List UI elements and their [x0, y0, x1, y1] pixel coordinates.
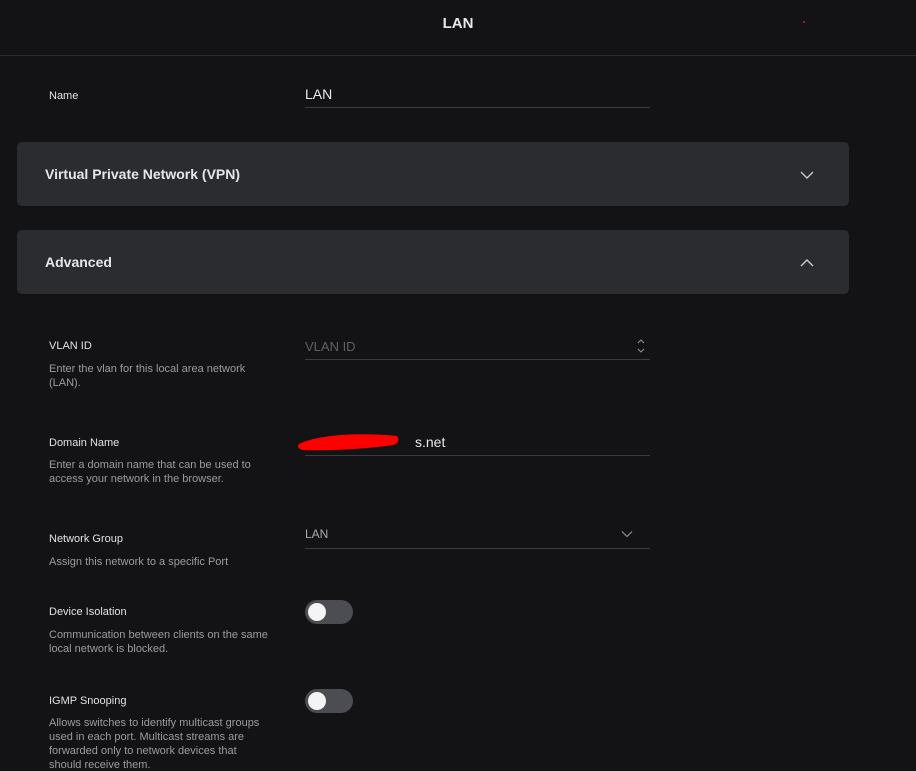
igmp-snooping-toggle[interactable]	[305, 689, 353, 713]
vlan-id-label: VLAN ID	[49, 340, 92, 352]
network-group-select[interactable]: LAN	[305, 521, 650, 549]
lan-settings-page: LAN Name Virtual Private Network (VPN) A…	[0, 0, 916, 771]
device-isolation-help: Communication between clients on the sam…	[49, 629, 268, 655]
domain-name-label: Domain Name	[49, 437, 120, 449]
device-isolation-label: Device Isolation	[49, 606, 127, 618]
chevron-up-icon	[800, 255, 814, 273]
toggle-knob	[308, 603, 326, 621]
igmp-snooping-help: Allows switches to identify multicast gr…	[49, 717, 260, 771]
domain-name-help: Enter a domain name that can be used to …	[49, 459, 251, 485]
igmp-snooping-label: IGMP Snooping	[49, 695, 127, 707]
notification-dot	[803, 21, 805, 23]
name-field-container	[305, 83, 650, 108]
domain-name-input[interactable]	[415, 431, 635, 453]
chevron-down-icon	[800, 167, 814, 185]
device-isolation-toggle[interactable]	[305, 600, 353, 624]
advanced-panel-header[interactable]: Advanced	[17, 230, 849, 294]
name-label: Name	[49, 90, 79, 102]
network-group-label: Network Group	[49, 533, 123, 545]
page-header: LAN	[0, 0, 916, 56]
vlan-id-input[interactable]	[305, 335, 625, 357]
redaction-mark	[298, 434, 399, 451]
network-group-selected: LAN	[305, 527, 329, 541]
page-title: LAN	[442, 15, 474, 32]
vlan-id-field-container	[305, 335, 650, 360]
vpn-panel-title: Virtual Private Network (VPN)	[45, 166, 241, 182]
advanced-panel-title: Advanced	[45, 254, 112, 270]
toggle-knob	[308, 692, 326, 710]
number-stepper-icon[interactable]	[636, 337, 646, 355]
name-input[interactable]	[305, 83, 625, 105]
network-group-help: Assign this network to a specific Port	[49, 556, 229, 568]
vpn-panel-header[interactable]: Virtual Private Network (VPN)	[17, 142, 849, 206]
vlan-id-help: Enter the vlan for this local area netwo…	[49, 363, 246, 389]
chevron-down-icon	[621, 525, 633, 543]
